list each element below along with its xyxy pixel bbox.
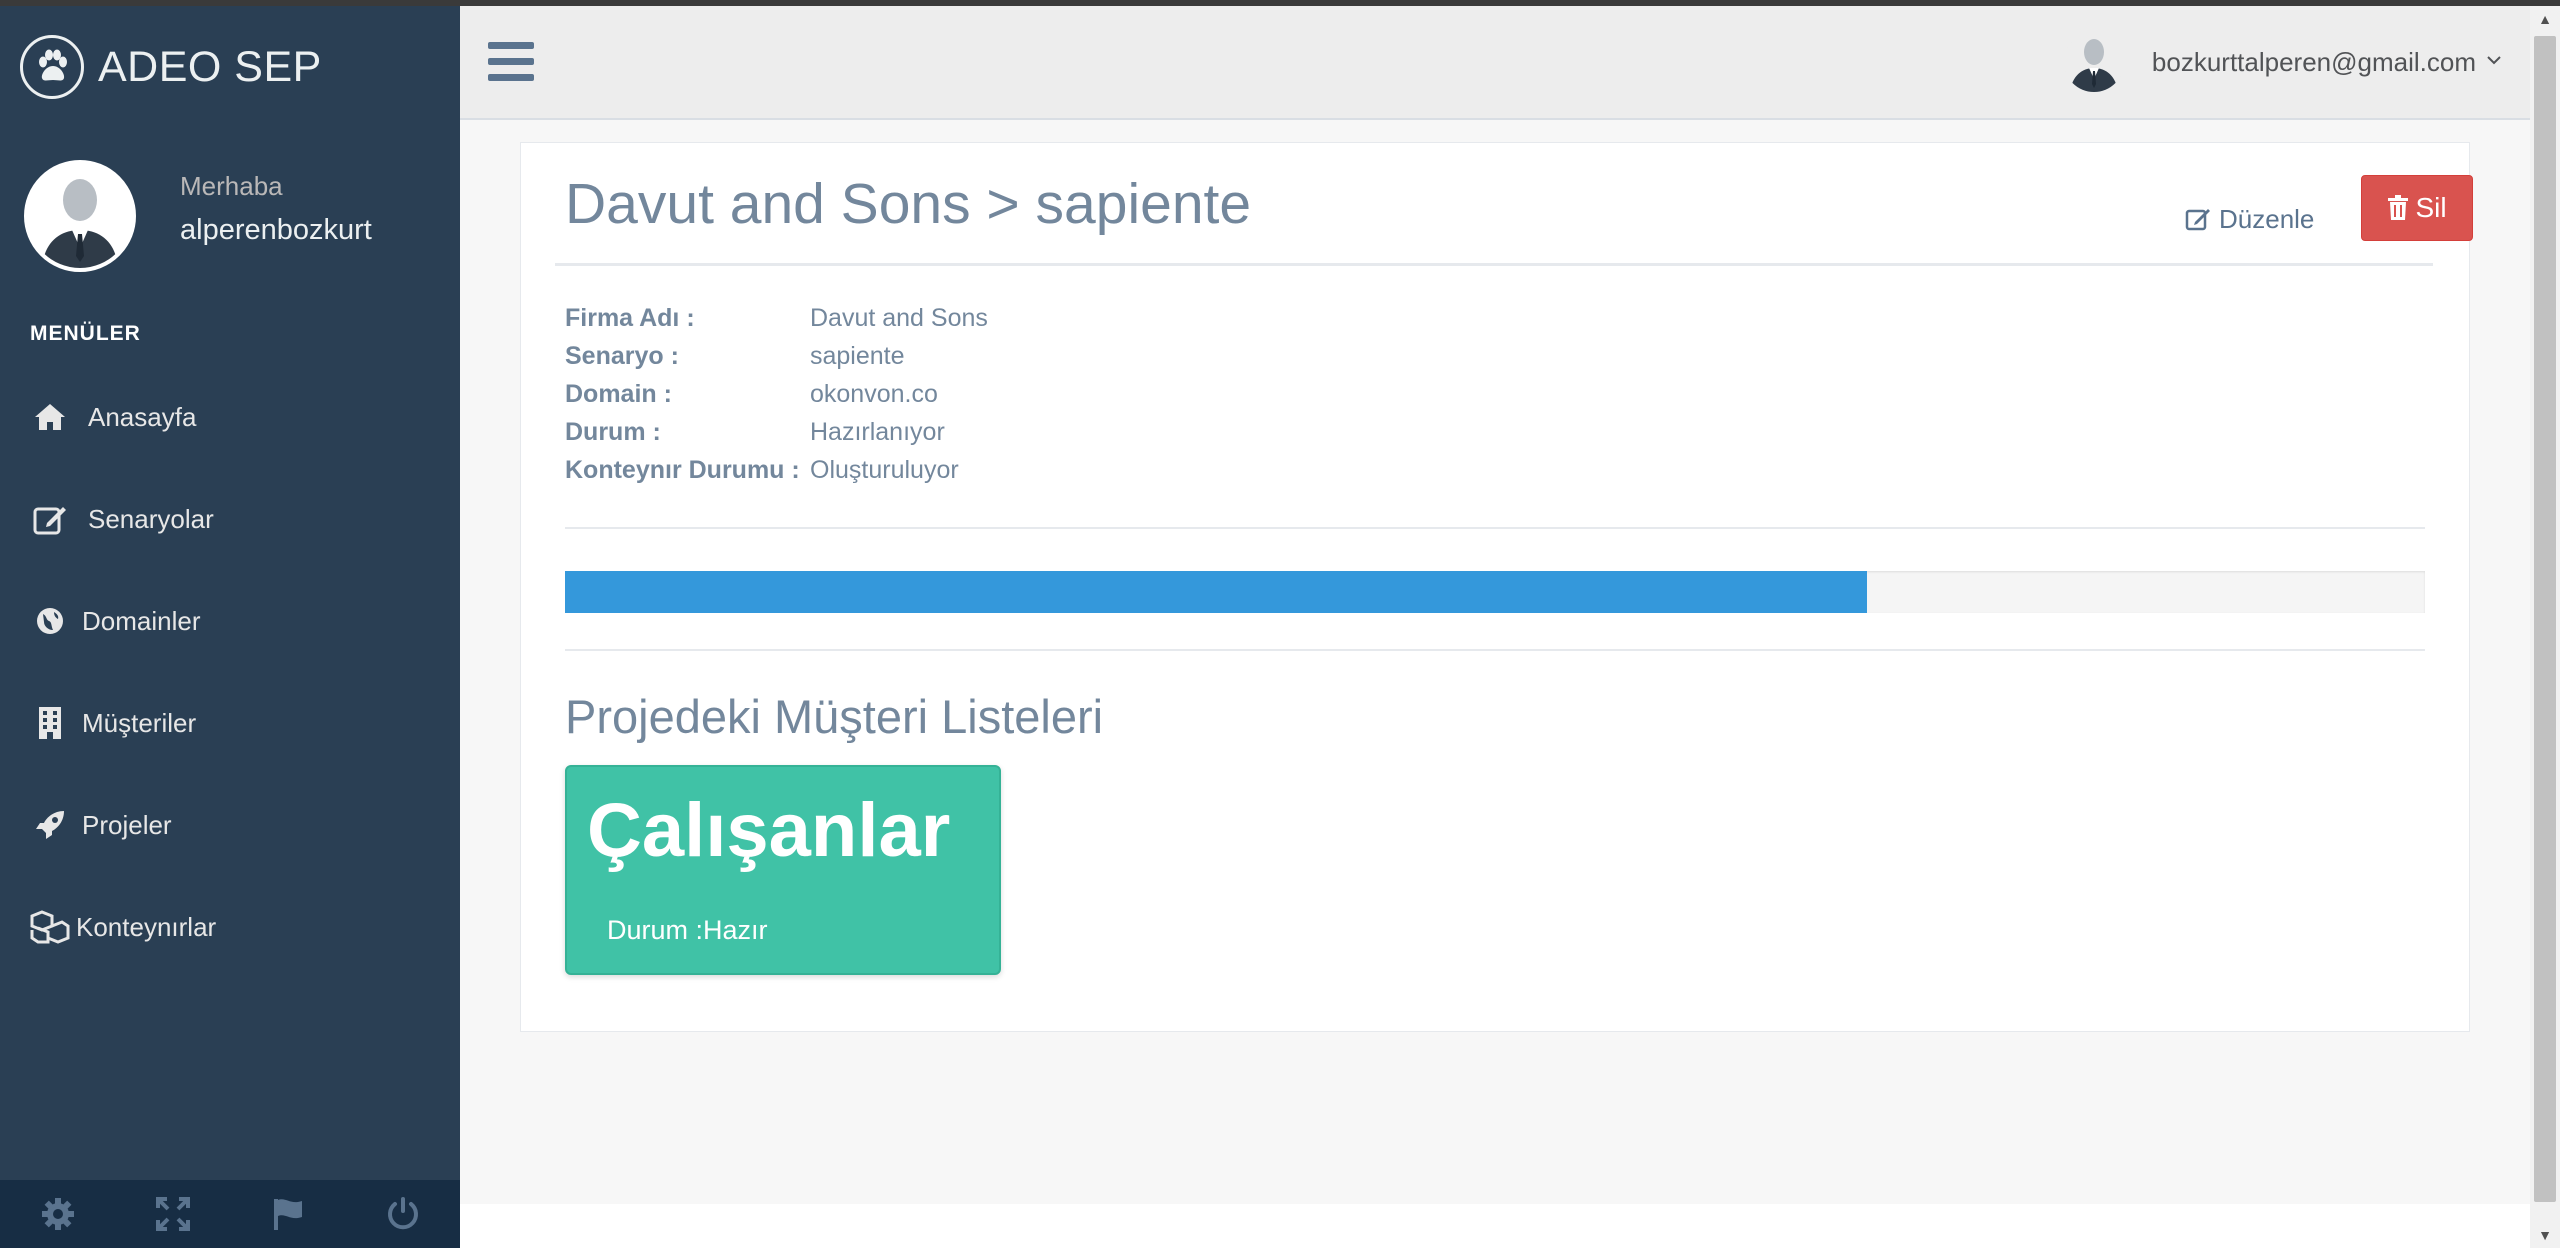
sidebar: ADEO SEP Merhaba alperenbozkurt MENÜLER …	[0, 6, 460, 1248]
scroll-up-arrow[interactable]: ▲	[2530, 6, 2560, 32]
detail-row-container-status: Konteynır Durumu : Oluşturuluyor	[565, 451, 988, 489]
edit-button-label: Düzenle	[2219, 203, 2315, 234]
chevron-down-icon	[2486, 53, 2502, 71]
section-title: Projedeki Müşteri Listeleri	[565, 690, 1104, 743]
settings-button[interactable]	[18, 1180, 98, 1248]
detail-value: Hazırlanıyor	[810, 417, 945, 446]
divider	[565, 527, 2425, 529]
card-title: Çalışanlar	[587, 788, 951, 873]
profile-username: alperenbozkurt	[180, 214, 372, 246]
sidebar-item-projeler[interactable]: Projeler	[0, 774, 460, 876]
edit-button[interactable]: Düzenle	[2185, 189, 2314, 249]
sidebar-item-label: Anasayfa	[88, 401, 197, 432]
flag-button[interactable]	[248, 1180, 328, 1248]
sidebar-item-senaryolar[interactable]: Senaryolar	[0, 468, 460, 570]
detail-label: Domain :	[565, 379, 672, 408]
card-status: Durum :Hazır	[607, 915, 768, 945]
scroll-down-arrow[interactable]: ▼	[2530, 1222, 2560, 1248]
detail-value: Oluşturuluyor	[810, 455, 959, 484]
rocket-icon	[30, 805, 70, 845]
fullscreen-icon	[155, 1197, 190, 1231]
avatar	[24, 160, 136, 272]
gear-icon	[41, 1198, 74, 1230]
detail-value: sapiente	[810, 341, 905, 370]
building-icon	[30, 703, 70, 743]
detail-label: Konteynır Durumu :	[565, 455, 800, 484]
paw-icon	[20, 35, 84, 99]
detail-row-status: Durum : Hazırlanıyor	[565, 413, 988, 451]
customer-list-card[interactable]: Çalışanlar Durum :Hazır	[565, 765, 1001, 975]
page-title: Davut and Sons > sapiente	[565, 172, 1252, 236]
divider	[565, 649, 2425, 651]
delete-button[interactable]: Sil	[2361, 175, 2473, 241]
detail-row-company: Firma Adı : Davut and Sons	[565, 299, 988, 337]
sidebar-item-domainler[interactable]: Domainler	[0, 570, 460, 672]
menu-toggle-button[interactable]	[488, 42, 534, 82]
project-panel: Davut and Sons > sapiente Düzenle Sil Fi…	[520, 142, 2473, 1032]
detail-row-scenario: Senaryo : sapiente	[565, 337, 988, 375]
profile-greeting: Merhaba	[180, 171, 283, 201]
detail-value: Davut and Sons	[810, 303, 988, 332]
sidebar-item-label: Domainler	[82, 605, 201, 636]
user-email: bozkurttalperen@gmail.com	[2151, 46, 2476, 77]
sidebar-item-label: Müşteriler	[82, 707, 197, 738]
project-details: Firma Adı : Davut and Sons Senaryo : sap…	[565, 299, 988, 489]
globe-icon	[30, 601, 70, 641]
sidebar-item-anasayfa[interactable]: Anasayfa	[0, 366, 460, 468]
main-content: Davut and Sons > sapiente Düzenle Sil Fi…	[460, 120, 2530, 1204]
power-icon	[387, 1197, 418, 1230]
window-top-strip	[0, 0, 2560, 6]
sidebar-item-label: Projeler	[82, 809, 172, 840]
top-navbar: bozkurttalperen@gmail.com	[460, 6, 2530, 120]
delete-button-label: Sil	[2415, 192, 2447, 223]
detail-label: Durum :	[565, 417, 661, 446]
flag-icon	[273, 1199, 302, 1230]
sidebar-menu: Anasayfa Senaryolar Domainler Müşteriler…	[0, 366, 460, 978]
logout-button[interactable]	[363, 1180, 443, 1248]
sidebar-footer	[0, 1180, 460, 1248]
profile-block: Merhaba alperenbozkurt	[24, 160, 372, 272]
app-title: ADEO SEP	[98, 42, 322, 91]
detail-row-domain: Domain : okonvon.co	[565, 375, 988, 413]
sidebar-item-konteynirlar[interactable]: Konteynırlar	[0, 876, 460, 978]
home-icon	[30, 397, 70, 437]
edit-icon	[2185, 209, 2210, 231]
sidebar-item-label: Konteynırlar	[76, 911, 217, 942]
cubes-icon	[30, 907, 70, 947]
scrollbar[interactable]: ▲ ▼	[2530, 6, 2560, 1248]
trash-icon	[2388, 195, 2409, 220]
progress-bar	[565, 571, 2425, 613]
title-divider	[555, 263, 2433, 266]
menu-section-title: MENÜLER	[30, 322, 141, 345]
detail-value: okonvon.co	[810, 379, 938, 408]
user-dropdown[interactable]: bozkurttalperen@gmail.com	[2063, 32, 2502, 92]
progress-bar-fill	[565, 571, 1867, 613]
detail-label: Firma Adı :	[565, 303, 695, 332]
scroll-thumb[interactable]	[2534, 36, 2556, 1202]
brand-link[interactable]: ADEO SEP	[20, 32, 322, 102]
sidebar-item-musteriler[interactable]: Müşteriler	[0, 672, 460, 774]
page-footer-area	[460, 1204, 2530, 1248]
sidebar-item-label: Senaryolar	[88, 503, 214, 534]
detail-label: Senaryo :	[565, 341, 679, 370]
user-avatar	[2063, 32, 2124, 92]
edit-icon	[30, 499, 70, 539]
fullscreen-button[interactable]	[133, 1180, 213, 1248]
